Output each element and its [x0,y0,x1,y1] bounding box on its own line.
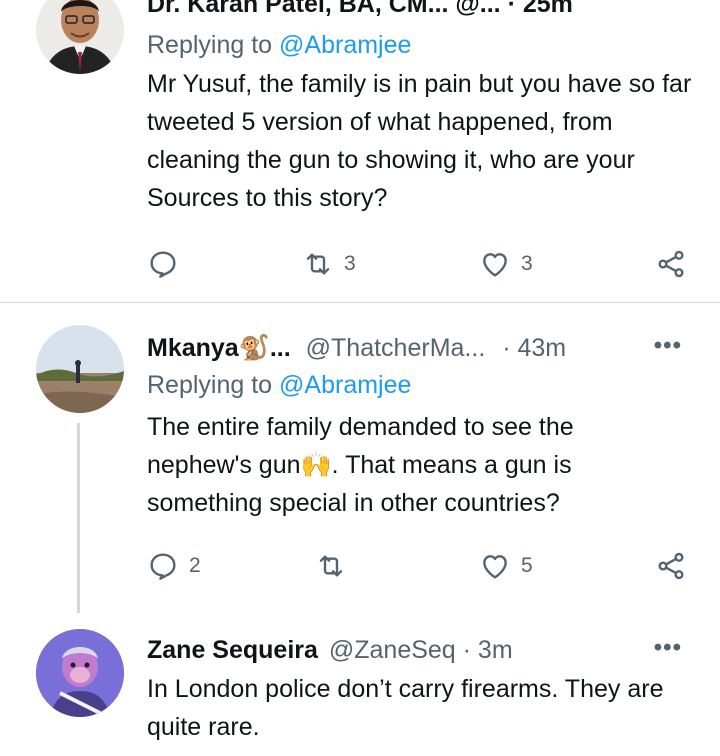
avatar-image [36,0,124,74]
share-icon [658,552,684,580]
retweet-icon [319,555,343,577]
retweet-count: 3 [344,252,356,275]
name-emoji: 🐒 [238,334,270,362]
replying-handle-link[interactable]: @Abramjee [279,31,411,59]
tweet-actions: 2 5 [147,549,692,583]
tweet-text: In London police don’t carry firearms. T… [147,675,664,741]
share-icon [658,250,684,278]
tweet-1[interactable]: Dr. Karan Patel, BA, CM... @... · 25m Re… [0,0,720,300]
display-name[interactable]: Mkanya [147,334,239,362]
like-count: 3 [521,252,533,275]
replying-to: Replying to @Abramjee [147,368,700,402]
reply-count: 2 [189,554,201,577]
avatar-image [36,325,124,413]
tweet-text: The entire family demanded to see the ne… [147,413,574,517]
more-icon[interactable]: ••• [654,330,682,362]
tweet-text: Mr Yusuf, the family is in pain but you … [147,70,692,212]
avatar[interactable] [36,0,124,74]
replying-handle-link[interactable]: @Abramjee [279,371,411,399]
retweet-button[interactable]: 3 [302,247,356,281]
retweet-button[interactable] [315,549,357,583]
retweet-icon [306,253,330,275]
display-name[interactable]: Zane Sequeira [147,636,318,664]
share-button[interactable] [655,247,687,281]
like-count: 5 [521,554,533,577]
more-icon[interactable]: ••• [654,632,682,664]
replying-to: Replying to @Abramjee [147,28,700,62]
avatar-image [36,629,124,717]
tweet-actions: 3 3 [147,247,692,281]
reply-icon [150,553,176,580]
like-button[interactable]: 3 [479,247,533,281]
tweet-header-cutoff: Dr. Karan Patel, BA, CM... @... · 25m [147,0,573,18]
tweet-time[interactable]: · 43m [502,334,566,362]
name-ellipsis: ... [269,334,291,362]
replying-prefix: Replying to [147,31,273,59]
like-icon [483,253,507,277]
tweet-header: Mkanya🐒... @ThatcherMa... · 43m ••• [147,332,700,364]
reply-button[interactable] [147,247,189,281]
tweet-2[interactable]: Mkanya🐒... @ThatcherMa... · 43m ••• Repl… [0,303,720,613]
tweet-3[interactable]: Zane Sequeira @ZaneSeq · 3m ••• In Londo… [0,613,720,756]
user-handle[interactable]: @ZaneSeq [329,636,456,664]
thread-line [77,423,80,613]
reply-button[interactable]: 2 [147,549,201,583]
like-button[interactable]: 5 [479,549,533,583]
avatar[interactable] [36,325,124,413]
avatar[interactable] [36,629,124,717]
like-icon [483,555,507,579]
user-handle[interactable]: @ThatcherMa... [306,334,486,362]
replying-prefix: Replying to [147,371,273,399]
share-button[interactable] [655,549,687,583]
tweet-time[interactable]: · 3m [463,636,513,664]
reply-icon [150,251,176,278]
tweet-header: Zane Sequeira @ZaneSeq · 3m ••• [147,634,700,666]
